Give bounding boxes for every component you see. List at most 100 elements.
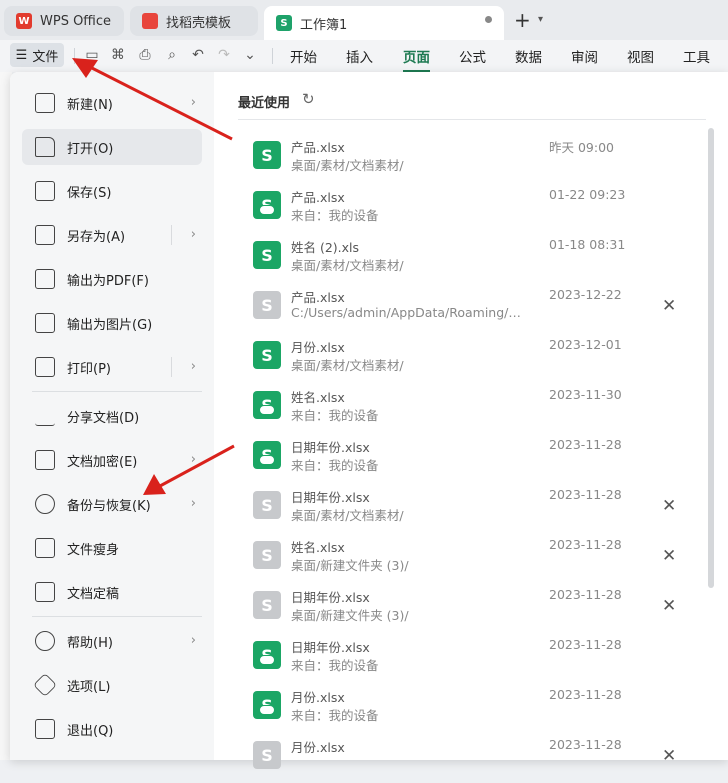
- tab-close-dot-icon[interactable]: [485, 16, 492, 23]
- menu-data[interactable]: 数据: [515, 46, 542, 66]
- menu-label: 帮助(H): [67, 635, 113, 651]
- recent-file-item[interactable]: S 月份.xlsx 2023-11-28 ✕: [238, 733, 708, 783]
- remove-close-icon[interactable]: ✕: [662, 596, 676, 616]
- recent-file-item[interactable]: S日期年份.xlsx来自：我的设备2023-11-28: [238, 633, 708, 683]
- menu-help[interactable]: 帮助(H) ›: [22, 623, 202, 659]
- menu-finalize[interactable]: 文档定稿: [22, 574, 202, 610]
- menu-print[interactable]: 打印(P) ›: [22, 349, 202, 385]
- menu-label: 打印(P): [67, 361, 111, 377]
- new-doc-icon: [35, 93, 55, 113]
- menu-export-pdf[interactable]: 输出为PDF(F): [22, 261, 202, 297]
- recent-file-item[interactable]: S日期年份.xlsx来自：我的设备2023-11-28: [238, 433, 708, 483]
- more-chevron-icon[interactable]: ⌄: [242, 47, 258, 63]
- file-path: 来自：我的设备: [291, 408, 379, 423]
- menu-label: 输出为图片(G): [67, 317, 153, 333]
- file-name: 月份.xlsx: [291, 740, 345, 755]
- recent-file-item[interactable]: S 日期年份.xlsx 桌面/新建文件夹 (3)/ 2023-11-28 ✕: [238, 583, 708, 633]
- file-time: 2023-11-28: [549, 637, 622, 652]
- tab-wps-office[interactable]: W WPS Office: [4, 6, 124, 36]
- recent-divider: [238, 119, 706, 120]
- redo-icon[interactable]: ↷: [216, 47, 232, 63]
- menu-tools[interactable]: 工具: [683, 46, 710, 66]
- file-path: 来自：我的设备: [291, 658, 379, 673]
- menu-label: 备份与恢复(K): [67, 498, 151, 514]
- menu-label: 文件瘦身: [67, 542, 120, 558]
- slim-icon: [35, 538, 55, 558]
- print-icon[interactable]: ⎙: [137, 47, 153, 63]
- menu-slim[interactable]: 文件瘦身: [22, 530, 202, 566]
- file-time: 2023-11-28: [549, 437, 622, 452]
- refresh-icon[interactable]: ↻: [302, 90, 315, 108]
- save-icon: [35, 181, 55, 201]
- recent-file-item[interactable]: S 产品.xlsx C:/Users/admin/AppData/Roaming/W…: [238, 283, 708, 333]
- menu-view[interactable]: 视图: [627, 46, 654, 66]
- exit-icon: [35, 719, 55, 739]
- menu-label: 文档加密(E): [67, 454, 138, 470]
- spreadsheet-file-icon: S: [253, 341, 281, 369]
- chevron-down-icon[interactable]: ▾: [538, 14, 543, 25]
- file-path: 桌面/素材/文档素材/: [291, 508, 404, 523]
- tab-workbook[interactable]: S 工作簿1: [264, 6, 504, 40]
- menu-export-image[interactable]: 输出为图片(G): [22, 305, 202, 341]
- new-tab-plus-icon[interactable]: +: [514, 10, 531, 30]
- divider: [171, 357, 172, 377]
- recent-file-item[interactable]: S 产品.xlsx 桌面/素材/文档素材/昨天 09:00: [238, 133, 708, 183]
- remove-close-icon[interactable]: ✕: [662, 546, 676, 566]
- recent-file-item[interactable]: S产品.xlsx来自：我的设备01-22 09:23: [238, 183, 708, 233]
- file-name: 日期年份.xlsx: [291, 440, 370, 455]
- tab-label: 工作簿1: [300, 17, 348, 33]
- file-menu-button[interactable]: ☰ 文件: [10, 43, 64, 67]
- menu-insert[interactable]: 插入: [346, 46, 373, 66]
- recent-file-item[interactable]: S 月份.xlsx 桌面/素材/文档素材/2023-12-01: [238, 333, 708, 383]
- recent-file-item[interactable]: S月份.xlsx来自：我的设备2023-11-28: [238, 683, 708, 733]
- recent-file-item[interactable]: S 姓名.xlsx 桌面/新建文件夹 (3)/ 2023-11-28 ✕: [238, 533, 708, 583]
- remove-close-icon[interactable]: ✕: [662, 296, 676, 316]
- file-menu-sidebar: 新建(N) › 打开(O) 保存(S) 另存为(A) › 输出为PDF(F) 输…: [10, 72, 214, 760]
- file-name: 姓名.xlsx: [291, 390, 345, 405]
- menu-exit[interactable]: 退出(Q): [22, 711, 202, 747]
- chevron-right-icon: ›: [190, 95, 196, 110]
- recent-file-item[interactable]: S姓名.xlsx来自：我的设备2023-11-30: [238, 383, 708, 433]
- share-icon[interactable]: ⌘: [110, 47, 126, 63]
- menu-review[interactable]: 审阅: [571, 46, 598, 66]
- recent-file-item[interactable]: S 姓名 (2).xls 桌面/素材/文档素材/01-18 08:31: [238, 233, 708, 283]
- toolbar-divider: [272, 48, 273, 64]
- toolbar: ☰ 文件 ▭ ⌘ ⎙ ⌕ ↶ ↷ ⌄ 开始 插入 页面 公式 数据 审阅 视图 …: [0, 40, 728, 72]
- menu-formula[interactable]: 公式: [459, 46, 486, 66]
- scrollbar[interactable]: [708, 128, 714, 588]
- menu-encrypt[interactable]: 文档加密(E) ›: [22, 442, 202, 478]
- menu-home[interactable]: 开始: [290, 46, 317, 66]
- undo-icon[interactable]: ↶: [190, 47, 206, 63]
- save-icon[interactable]: ▭: [84, 47, 100, 63]
- tab-label: WPS Office: [40, 13, 112, 29]
- spreadsheet-file-icon: S: [253, 541, 281, 569]
- file-path: 来自：我的设备: [291, 708, 379, 723]
- menu-save-as[interactable]: 另存为(A) ›: [22, 217, 202, 253]
- file-time: 01-22 09:23: [549, 187, 626, 202]
- wps-logo-icon: W: [16, 13, 32, 29]
- menu-page[interactable]: 页面: [403, 46, 430, 72]
- tab-template[interactable]: 找稻壳模板: [130, 6, 258, 36]
- file-time: 2023-11-28: [549, 487, 622, 502]
- menu-backup-restore[interactable]: 备份与恢复(K) ›: [22, 486, 202, 522]
- file-time: 2023-11-30: [549, 387, 622, 402]
- file-name: 产品.xlsx: [291, 140, 345, 155]
- file-name: 产品.xlsx: [291, 290, 345, 305]
- spreadsheet-file-icon: S: [253, 491, 281, 519]
- remove-close-icon[interactable]: ✕: [662, 496, 676, 516]
- file-path: 来自：我的设备: [291, 208, 379, 223]
- chevron-right-icon[interactable]: ›: [191, 227, 196, 242]
- menu-open[interactable]: 打开(O): [22, 129, 202, 165]
- menu-label: 退出(Q): [67, 723, 114, 739]
- remove-close-icon[interactable]: ✕: [662, 746, 676, 766]
- recent-file-item[interactable]: S 日期年份.xlsx 桌面/素材/文档素材/2023-11-28 ✕: [238, 483, 708, 533]
- chevron-right-icon: ›: [190, 452, 196, 467]
- menu-share[interactable]: 分享文档(D): [22, 398, 202, 434]
- print-preview-icon[interactable]: ⌕: [164, 47, 180, 63]
- file-button-label: 文件: [32, 49, 59, 65]
- chevron-right-icon[interactable]: ›: [191, 359, 196, 374]
- menu-new[interactable]: 新建(N) ›: [22, 85, 202, 121]
- menu-options[interactable]: 选项(L): [22, 667, 202, 703]
- pdf-icon: [35, 269, 55, 289]
- menu-save[interactable]: 保存(S): [22, 173, 202, 209]
